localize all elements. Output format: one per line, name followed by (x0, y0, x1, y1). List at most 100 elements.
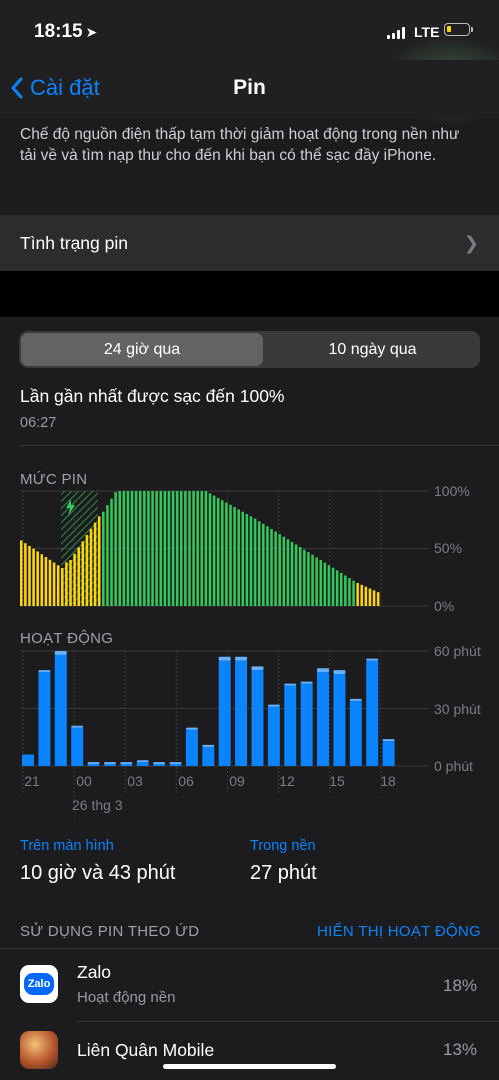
battery-level-bar (339, 572, 343, 606)
app-usage-title: SỬ DỤNG PIN THEO ỨD (20, 923, 200, 940)
battery-level-bar (315, 557, 318, 606)
battery-level-bar (294, 544, 298, 606)
screen-time-bar (136, 762, 149, 766)
battery-level-bar (372, 590, 376, 606)
home-indicator[interactable] (163, 1064, 336, 1069)
x-tick-label: 09 (229, 773, 245, 789)
battery-level-bar (138, 491, 142, 606)
segment-10-days[interactable]: 10 ngày qua (265, 331, 480, 368)
app-subtitle: Hoạt động nền (77, 989, 176, 1006)
battery-level-bar (311, 554, 314, 606)
battery-level-bar (130, 491, 134, 606)
battery-level-bar (20, 540, 23, 606)
battery-level-bar (36, 551, 39, 606)
battery-level-bar (52, 562, 56, 606)
battery-level-bar (184, 491, 187, 606)
battery-level-bar (48, 559, 52, 606)
screen-time-bar (169, 764, 182, 766)
y-tick-label: 30 phút (434, 701, 481, 717)
battery-level-bar (200, 491, 204, 606)
battery-level-bar (73, 553, 76, 606)
x-tick-label: 18 (380, 773, 396, 789)
network-type: LTE (414, 24, 440, 40)
battery-level-bar (28, 545, 31, 606)
app-percent: 18% (443, 976, 478, 995)
battery-level-bar (364, 586, 368, 606)
background-time-bar (366, 658, 379, 661)
battery-level-bar (270, 528, 273, 606)
background-time-bar (103, 762, 116, 765)
app-percent: 13% (443, 1040, 478, 1059)
battery-level-bar (69, 560, 72, 606)
battery-level-bar (175, 491, 179, 606)
x-tick-label: 00 (76, 773, 92, 789)
y-tick-label: 0 phút (434, 758, 473, 774)
screen-time-bar (349, 700, 362, 766)
battery-level-bar (155, 491, 158, 606)
screen-time-bar (366, 660, 379, 766)
app-row-lien-quan-mobile[interactable]: Liên Quân Mobile 13% (0, 1022, 499, 1080)
last-charged-time: 06:27 (20, 415, 57, 431)
chevron-right-icon: ❯ (463, 233, 479, 253)
battery-health-label: Tình trạng pin (20, 233, 128, 253)
screen-time-bar (22, 754, 34, 766)
battery-health-row[interactable]: Tình trạng pin ❯ (0, 215, 499, 271)
battery-icon (444, 23, 473, 36)
screen-time-bar (103, 764, 116, 766)
battery-level-bar (40, 554, 44, 606)
y-tick-label: 50% (434, 540, 463, 556)
screen-time-bar (235, 660, 248, 766)
battery-level-bar (237, 509, 240, 606)
app-name: Zalo (77, 962, 112, 982)
battery-level-bar (257, 521, 261, 606)
x-tick-label: 06 (178, 773, 194, 789)
background-time-bar (235, 656, 248, 661)
lien-quan-mobile-icon (20, 1031, 58, 1069)
battery-level-bar (163, 491, 167, 606)
screen-time-bar (267, 706, 280, 766)
background-time-bar (71, 725, 84, 728)
battery-level-bar (56, 565, 60, 606)
battery-level-bar (286, 539, 290, 606)
battery-level-bar (143, 491, 146, 606)
battery-level-bar (323, 562, 327, 606)
battery-level-bar (147, 491, 150, 606)
x-tick-label: 12 (279, 773, 295, 789)
segment-24-hours[interactable]: 24 giờ qua (21, 333, 263, 366)
battery-level-bar (77, 547, 80, 606)
battery-level-bar (134, 491, 138, 606)
battery-level-bar (118, 491, 121, 606)
battery-level-bar (241, 511, 245, 606)
battery-level-bar (65, 562, 68, 606)
background-time-bar (202, 744, 215, 747)
battery-level-bar (32, 548, 35, 606)
battery-level-bar (81, 541, 85, 606)
screen-time-bar (284, 685, 297, 766)
background-value: 27 phút (250, 862, 317, 884)
divider (20, 445, 499, 446)
background-time-bar (349, 698, 362, 701)
battery-level-bar (192, 491, 195, 606)
background-time-bar (300, 681, 313, 684)
battery-level-bar (110, 498, 113, 606)
battery-level-bar (348, 578, 351, 606)
battery-level-bar (167, 491, 171, 606)
cellular-signal-icon (387, 27, 409, 39)
battery-level-bar (327, 565, 331, 606)
battery-level-bar (253, 518, 257, 606)
status-time: 18:15 ➤ (34, 21, 98, 42)
battery-level-bar (298, 547, 302, 606)
app-row-zalo[interactable]: Zalo Zalo Hoạt động nền 18% (0, 949, 499, 1021)
show-activity-button[interactable]: HIỂN THỊ HOẠT ĐỘNG (317, 923, 481, 940)
battery-level-bar (282, 536, 286, 606)
background-time-bar (333, 670, 346, 674)
battery-level-bar (216, 497, 220, 606)
background-time-bar (284, 683, 297, 686)
battery-level-bar (225, 502, 228, 606)
background-time-bar (382, 739, 395, 742)
background-time-bar (54, 651, 67, 655)
screen-time-bar (185, 729, 198, 766)
battery-level-bar (278, 534, 281, 606)
screen-time-bar (218, 660, 231, 766)
battery-level-bar (356, 583, 359, 606)
